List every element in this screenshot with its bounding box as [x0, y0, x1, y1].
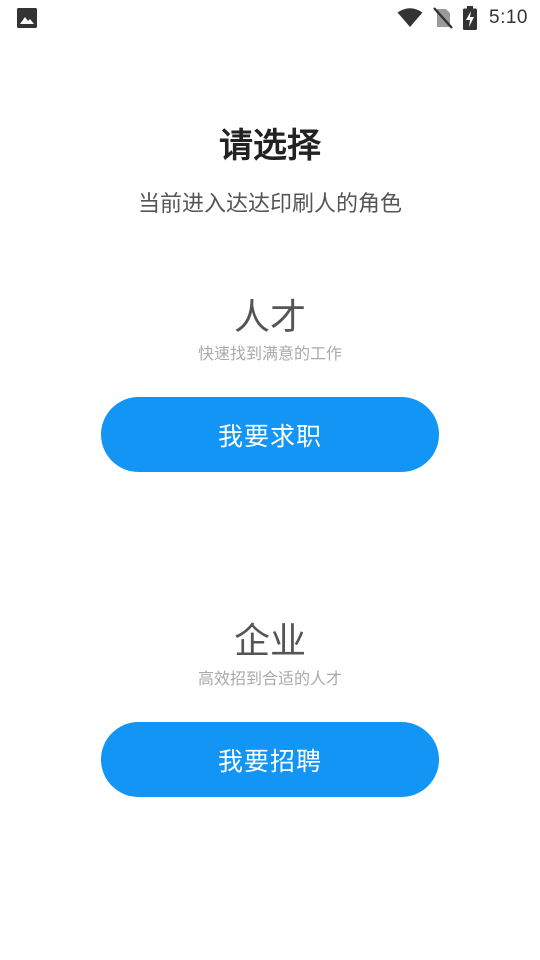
image-icon: [16, 7, 38, 29]
status-bar: 5:10: [0, 0, 540, 36]
job-seeker-button[interactable]: 我要求职: [101, 397, 439, 472]
company-role-description: 高效招到合适的人才: [197, 669, 342, 688]
page-title: 请选择: [219, 126, 321, 166]
role-select-screen: 5:10 请选择 当前进入达达印刷人的角色 人才 快速找到满意的工作 我要求职 …: [0, 0, 540, 960]
no-sim-icon: [433, 7, 453, 29]
wifi-icon: [397, 8, 423, 28]
company-role-title: 企业: [233, 621, 306, 662]
page-subtitle: 当前进入达达印刷人的角色: [137, 192, 402, 217]
talent-role-title: 人才: [233, 297, 306, 338]
battery-charging-icon: [463, 6, 478, 30]
recruiter-button[interactable]: 我要招聘: [101, 722, 439, 797]
talent-role-description: 快速找到满意的工作: [197, 344, 342, 363]
status-time: 5:10: [489, 7, 528, 28]
